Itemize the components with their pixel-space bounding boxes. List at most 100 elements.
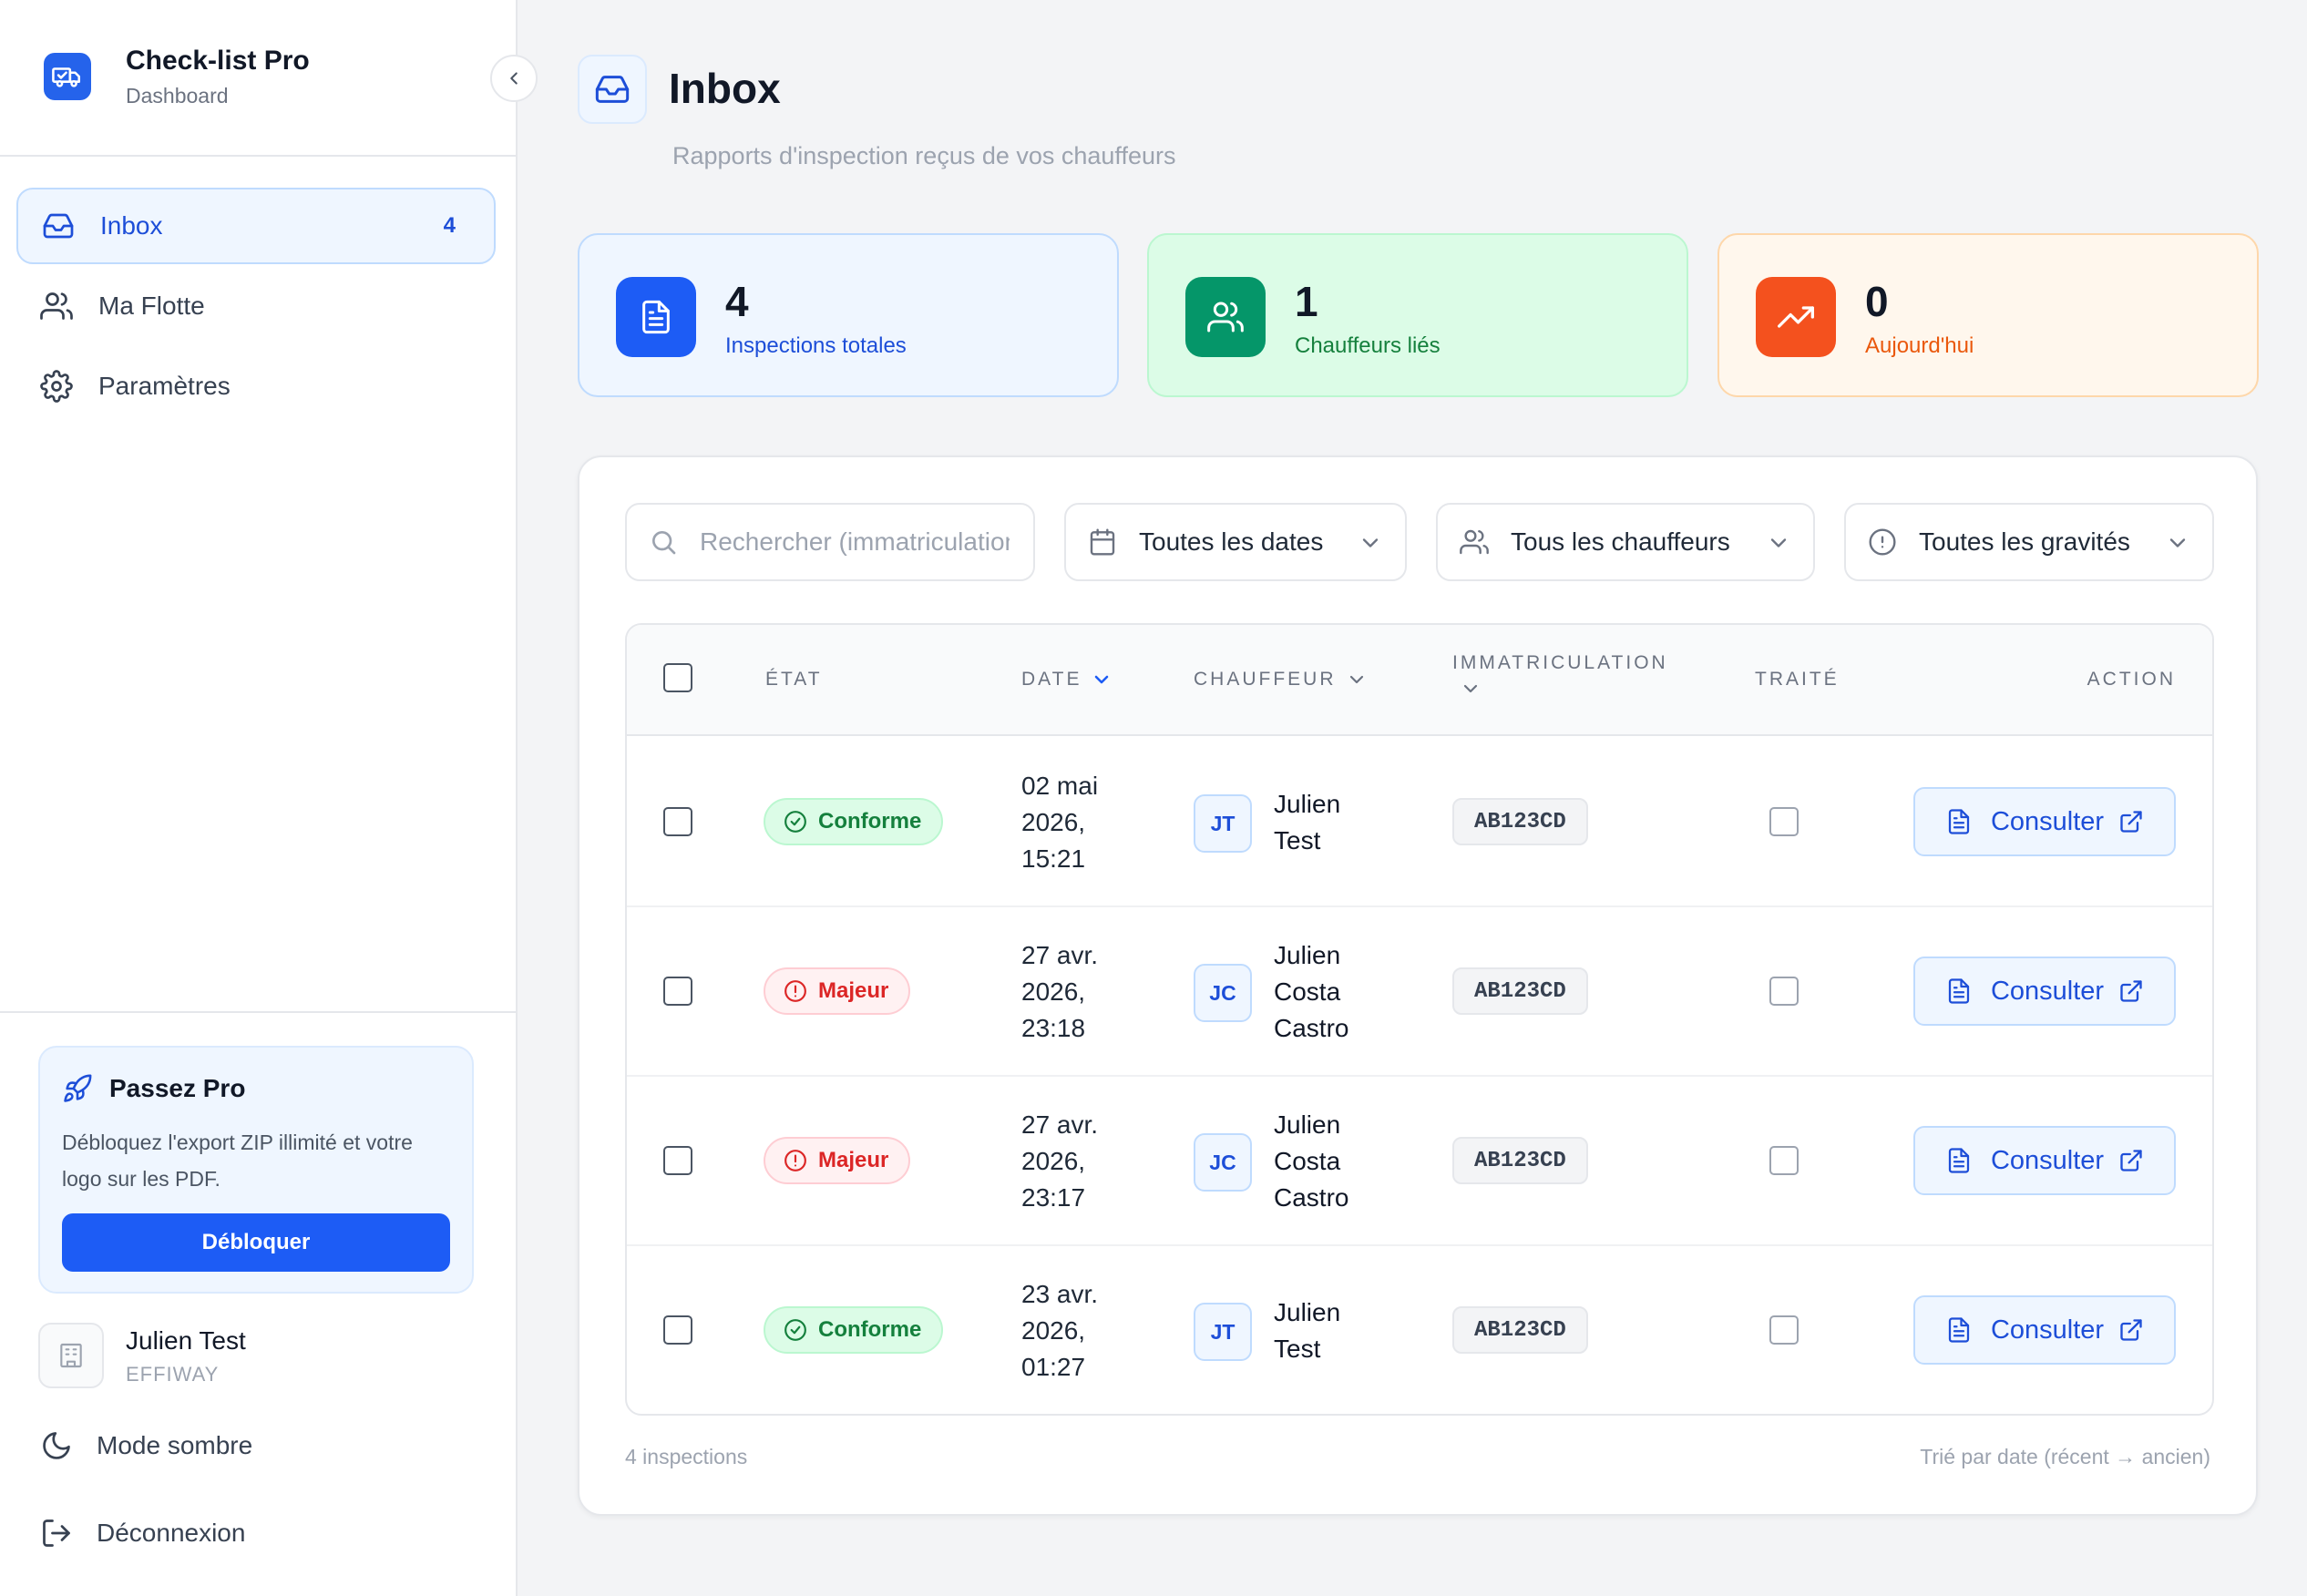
consult-button[interactable]: Consulter	[1913, 1295, 2176, 1365]
severity-filter[interactable]: Toutes les gravités	[1844, 503, 2214, 581]
status-badge: Conforme	[764, 798, 944, 845]
document-icon	[1945, 1316, 1973, 1344]
stat-value: 4	[725, 278, 749, 325]
sidebar-item-fleet[interactable]: Ma Flotte	[16, 268, 496, 344]
user-profile[interactable]: Julien Test EFFIWAY	[38, 1323, 476, 1392]
chevron-down-icon	[1091, 669, 1112, 691]
upgrade-title-text: Passez Pro	[109, 1074, 246, 1102]
status-badge: Majeur	[764, 1137, 911, 1184]
status-label: Majeur	[818, 978, 889, 1003]
stat-card-today: 0 Aujourd'hui	[1717, 233, 2259, 397]
license-plate: AB123CD	[1452, 1137, 1588, 1184]
date-filter[interactable]: Toutes les dates	[1064, 503, 1407, 581]
driver-avatar: JT	[1194, 794, 1252, 853]
truck-logo-icon	[44, 53, 91, 100]
license-plate: AB123CD	[1452, 1306, 1588, 1354]
driver-name-line: Test	[1274, 826, 1321, 854]
unlock-button[interactable]: Débloquer	[62, 1213, 450, 1272]
sidebar: Check-list Pro Dashboard Inbox 4 Ma Flot…	[0, 0, 538, 1596]
table-header: ÉTAT DATE CHAUFFEUR IMMATRICULATION TRAI…	[627, 625, 2212, 736]
table-row: Majeur 27 avr. 2026, 23:18 JC Julien Costa Cast…	[627, 907, 2212, 1077]
treated-checkbox[interactable]	[1769, 807, 1799, 836]
page-subtitle: Rapports d'inspection reçus de vos chauf…	[672, 142, 1176, 169]
date-line: 23:18	[1021, 1014, 1086, 1042]
inspection-date: 23 avr. 2026, 01:27	[1021, 1276, 1158, 1386]
sidebar-item-settings[interactable]: Paramètres	[16, 348, 496, 425]
sidebar-item-label: Inbox	[100, 211, 163, 240]
table-row: Conforme 23 avr. 2026, 01:27 JT Julien Test AB1…	[627, 1246, 2212, 1414]
brand: Check-list Pro Dashboard	[0, 0, 516, 157]
status-label: Majeur	[818, 1148, 889, 1172]
chevron-left-icon	[510, 72, 518, 85]
search-box[interactable]	[625, 503, 1035, 581]
driver-name: Julien Costa Castro	[1274, 937, 1420, 1047]
app-name: Check-list Pro	[126, 46, 310, 76]
user-org: EFFIWAY	[126, 1363, 220, 1386]
inbox-icon	[578, 55, 647, 124]
moon-icon	[38, 1427, 75, 1464]
upgrade-title: Passez Pro	[62, 1073, 245, 1104]
date-line: 23:17	[1021, 1183, 1086, 1212]
logout-button[interactable]: Déconnexion	[38, 1510, 245, 1556]
date-line: 23 avr.	[1021, 1280, 1099, 1308]
driver-name-line: Costa	[1274, 1147, 1341, 1175]
stat-card-drivers: 1 Chauffeurs liés	[1147, 233, 1688, 397]
date-line: 2026,	[1021, 1316, 1086, 1345]
inbox-count-badge: 4	[443, 213, 456, 238]
driver-avatar: JC	[1194, 1133, 1252, 1192]
driver-name-line: Costa	[1274, 977, 1341, 1006]
external-link-icon	[2118, 809, 2144, 834]
search-input[interactable]	[700, 527, 1010, 557]
rocket-icon	[62, 1073, 93, 1104]
status-badge: Majeur	[764, 967, 911, 1015]
stat-value: 0	[1865, 278, 1889, 325]
document-icon	[616, 277, 696, 357]
date-line: 2026,	[1021, 808, 1086, 836]
sort-note: Trié par date (récent → ancien)	[1920, 1445, 2210, 1468]
select-all-checkbox[interactable]	[663, 663, 692, 692]
consult-label: Consulter	[1990, 1315, 2105, 1345]
status-label: Conforme	[818, 809, 922, 834]
check-circle-icon	[784, 810, 807, 834]
column-plate[interactable]: IMMATRICULATION	[1452, 652, 1668, 700]
table-row: Majeur 27 avr. 2026, 23:17 JC Julien Costa Cast…	[627, 1077, 2212, 1246]
inspection-date: 27 avr. 2026, 23:18	[1021, 937, 1158, 1047]
consult-button[interactable]: Consulter	[1913, 787, 2176, 856]
column-date[interactable]: DATE	[1021, 669, 1112, 691]
consult-button[interactable]: Consulter	[1913, 1126, 2176, 1195]
sidebar-bottom: Passez Pro Débloquez l'export ZIP illimi…	[0, 1011, 516, 1596]
trending-up-icon	[1756, 277, 1836, 357]
chevron-down-icon	[1358, 530, 1383, 556]
row-select-checkbox[interactable]	[663, 807, 692, 836]
building-icon	[38, 1323, 104, 1388]
driver-avatar: JT	[1194, 1303, 1252, 1361]
collapse-sidebar-button[interactable]	[490, 55, 538, 102]
document-icon	[1945, 808, 1973, 835]
stat-label: Aujourd'hui	[1865, 333, 1974, 358]
sidebar-item-inbox[interactable]: Inbox 4	[16, 188, 496, 264]
treated-checkbox[interactable]	[1769, 1315, 1799, 1345]
driver-name-line: Julien	[1274, 941, 1341, 969]
row-select-checkbox[interactable]	[663, 1315, 692, 1345]
consult-label: Consulter	[1990, 806, 2105, 836]
driver-filter[interactable]: Tous les chauffeurs	[1436, 503, 1815, 581]
calendar-icon	[1088, 527, 1117, 557]
external-link-icon	[2118, 978, 2144, 1004]
chevron-down-icon	[1460, 678, 1482, 700]
row-select-checkbox[interactable]	[663, 977, 692, 1006]
driver-avatar: JC	[1194, 964, 1252, 1022]
consult-label: Consulter	[1990, 1145, 2105, 1175]
stat-label: Chauffeurs liés	[1295, 333, 1441, 358]
document-icon	[1945, 1147, 1973, 1174]
external-link-icon	[2118, 1148, 2144, 1173]
treated-checkbox[interactable]	[1769, 977, 1799, 1006]
dark-mode-toggle[interactable]: Mode sombre	[38, 1423, 252, 1468]
stat-label: Inspections totales	[725, 333, 907, 358]
date-filter-value: Toutes les dates	[1139, 527, 1324, 556]
row-select-checkbox[interactable]	[663, 1146, 692, 1175]
column-driver[interactable]: CHAUFFEUR	[1194, 669, 1368, 691]
inspection-count: 4 inspections	[625, 1445, 748, 1468]
treated-checkbox[interactable]	[1769, 1146, 1799, 1175]
stat-value: 1	[1295, 278, 1318, 325]
consult-button[interactable]: Consulter	[1913, 957, 2176, 1026]
